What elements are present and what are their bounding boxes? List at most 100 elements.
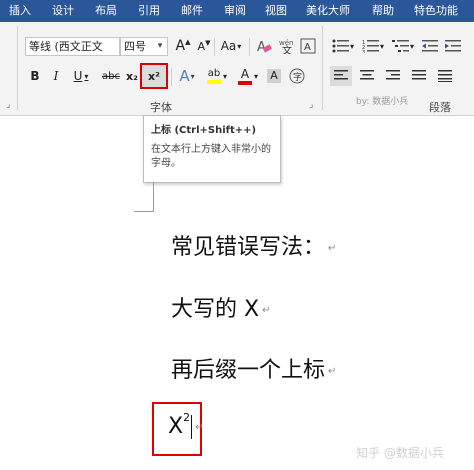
tab-insert[interactable]: 插入: [9, 0, 31, 22]
paragraph-mark: ↵: [328, 365, 337, 377]
tab-help[interactable]: 帮助: [372, 0, 394, 22]
italic-icon: I: [53, 69, 59, 83]
svg-text:字: 字: [293, 71, 302, 83]
multilevel-list-button[interactable]: ▾: [390, 36, 416, 56]
grow-font-icon: A: [175, 38, 186, 54]
doc-line-1-text: 常见错误写法：: [171, 235, 326, 260]
font-name-value: 等线 (西文正文: [29, 40, 103, 53]
phonetic-guide-button[interactable]: wén 文: [277, 36, 297, 56]
char-shading-icon: A: [267, 69, 281, 83]
clear-formatting-icon: A: [257, 40, 272, 54]
tab-references[interactable]: 引用: [138, 0, 160, 22]
paragraph-group-label: 段落: [429, 101, 451, 114]
doc-line-3[interactable]: 再后缀一个上标 ↵: [171, 352, 336, 384]
text-cursor: [191, 415, 193, 439]
clear-formatting-button[interactable]: A: [254, 36, 274, 56]
margin-corner-mark: [134, 182, 154, 212]
enclose-circle-icon: 字: [289, 68, 305, 84]
enclose-char-button[interactable]: 字: [288, 66, 306, 86]
doc-line-2[interactable]: 大写的 X ↵: [171, 291, 270, 323]
tab-design[interactable]: 设计: [52, 0, 74, 22]
numbering-button[interactable]: 1 2 3 ▾: [360, 36, 386, 56]
decrease-indent-icon: [422, 40, 438, 52]
shrink-font-button[interactable]: A ▼: [196, 36, 212, 56]
svg-text:文: 文: [282, 44, 292, 54]
tab-special[interactable]: 特色功能: [414, 0, 458, 22]
font-size-value: 四号: [124, 40, 146, 53]
change-case-button[interactable]: Aa ▾: [218, 36, 244, 56]
align-right-button[interactable]: [382, 66, 404, 86]
group-separator: [322, 26, 323, 110]
distributed-button[interactable]: [434, 66, 456, 86]
decrease-indent-button[interactable]: [420, 36, 440, 56]
enclosed-char-button[interactable]: A: [299, 36, 317, 56]
superscript-text: 2: [183, 410, 191, 424]
superscript-tooltip: 上标 (Ctrl+Shift++) 在文本行上方键入非常小的字母。: [143, 115, 281, 183]
font-group-label: 字体: [150, 101, 172, 114]
bold-button[interactable]: B: [27, 66, 43, 86]
increase-indent-icon: [445, 40, 461, 52]
align-left-icon: [334, 70, 348, 80]
ribbon-tab-bar: 插入 设计 布局 引用 邮件 审阅 视图 美化大师 帮助 特色功能: [0, 0, 474, 22]
text-effects-button[interactable]: A ▾: [174, 66, 200, 86]
paragraph-mark: ↵: [328, 242, 337, 254]
underline-button[interactable]: U ▾: [68, 66, 94, 86]
italic-button[interactable]: I: [48, 66, 64, 86]
tab-layout[interactable]: 布局: [95, 0, 117, 22]
doc-line-3-text: 再后缀一个上标: [171, 358, 326, 383]
separator: [214, 38, 215, 56]
multilevel-list-icon: [391, 40, 409, 52]
tooltip-title: 上标 (Ctrl+Shift++): [151, 125, 257, 136]
superscript-icon: x²: [148, 69, 160, 83]
change-case-icon: Aa: [220, 39, 237, 53]
align-left-button[interactable]: [330, 66, 352, 86]
bullets-button[interactable]: ▾: [330, 36, 356, 56]
superscript-button[interactable]: x²: [140, 63, 168, 89]
distributed-icon: [438, 70, 452, 82]
text-effects-icon: A: [179, 67, 190, 85]
svg-text:A: A: [304, 42, 311, 53]
separator: [249, 38, 250, 56]
align-right-icon: [386, 70, 400, 80]
char-shading-button[interactable]: A: [265, 66, 283, 86]
doc-line-1[interactable]: 常见错误写法： ↵: [171, 229, 336, 261]
ribbon-watermark: by: 数据小兵: [356, 97, 409, 107]
strikethrough-icon: abc: [102, 70, 120, 82]
subscript-button[interactable]: x₂: [123, 66, 141, 86]
strikethrough-button[interactable]: abc: [100, 66, 122, 86]
tab-mailings[interactable]: 邮件: [181, 0, 203, 22]
phonetic-guide-icon: wén 文: [279, 39, 293, 54]
chevron-down-icon[interactable]: ▾: [154, 37, 166, 56]
highlight-button[interactable]: ab ▾: [203, 66, 231, 86]
justify-icon: [412, 70, 426, 80]
align-center-icon: [360, 70, 374, 80]
capital-x-text: X: [168, 414, 184, 439]
shrink-font-icon: A: [197, 39, 206, 53]
increase-indent-button[interactable]: [443, 36, 463, 56]
tab-beautify[interactable]: 美化大师: [306, 0, 350, 22]
doc-line-2-text: 大写的 X: [171, 297, 260, 322]
dialog-launcher-icon[interactable]: ⌟: [6, 100, 10, 110]
align-center-button[interactable]: [356, 66, 378, 86]
font-color-icon: A: [237, 68, 252, 85]
justify-button[interactable]: [408, 66, 430, 86]
font-dialog-launcher-icon[interactable]: ⌟: [309, 100, 313, 110]
ribbon-home: 等线 (西文正文 ▾ 四号 ▾ A▲ A▼ Aa▾ A wén 文 A: [0, 22, 474, 116]
bold-icon: B: [30, 69, 40, 83]
bullet-list-icon: [332, 39, 349, 53]
doc-line-4[interactable]: X2 ↵: [168, 410, 204, 439]
paragraph-mark: ↵: [195, 421, 204, 433]
grow-font-button[interactable]: A ▲: [174, 36, 192, 56]
tab-view[interactable]: 视图: [265, 0, 287, 22]
enclosed-char-icon: A: [300, 38, 316, 54]
highlighter-icon: ab: [206, 68, 221, 84]
subscript-icon: x₂: [126, 69, 138, 83]
font-color-button[interactable]: A ▾: [235, 66, 261, 86]
group-separator: [17, 26, 18, 110]
numbered-list-icon: 1 2 3: [362, 40, 379, 53]
underline-icon: U: [73, 69, 83, 83]
svg-text:3: 3: [362, 50, 365, 53]
font-name-combo[interactable]: 等线 (西文正文: [25, 37, 120, 56]
tab-review[interactable]: 审阅: [224, 0, 246, 22]
separator: [171, 68, 172, 86]
